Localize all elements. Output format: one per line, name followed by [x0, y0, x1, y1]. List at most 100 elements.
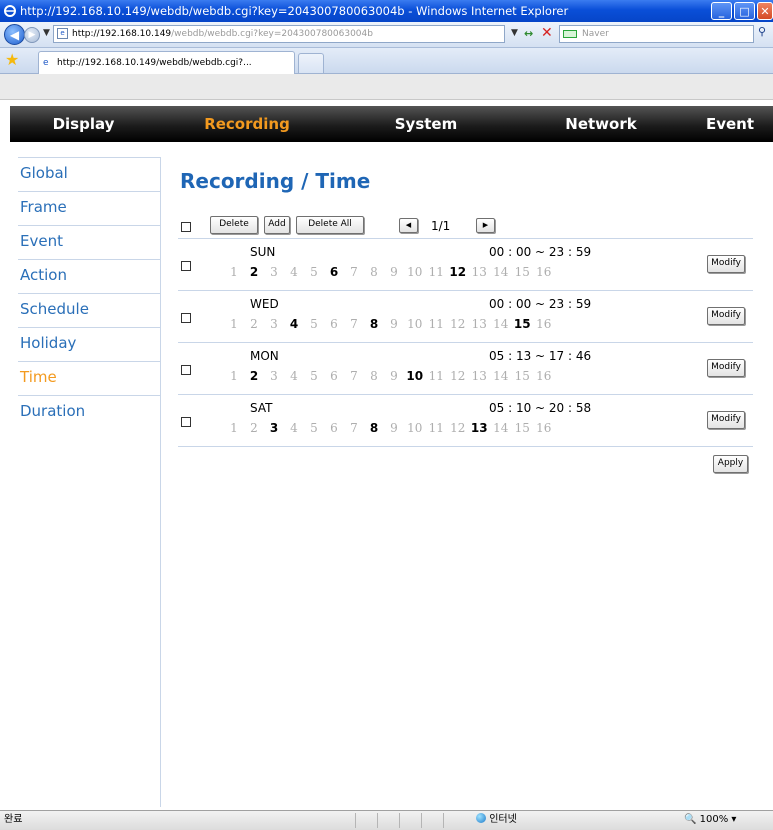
delete-button[interactable]: Delete — [210, 216, 258, 234]
status-panels — [355, 813, 465, 828]
delete-all-button[interactable]: Delete All — [296, 216, 364, 234]
sidebar-item-event[interactable]: Event — [18, 225, 160, 259]
add-button[interactable]: Add — [264, 216, 290, 234]
week-number: 12 — [450, 421, 466, 435]
week-number: 13 — [471, 369, 487, 383]
week-number: 4 — [289, 317, 299, 331]
nav-recording[interactable]: Recording — [157, 106, 337, 142]
nav-event[interactable]: Event — [687, 106, 773, 142]
schedule-table: SUN 00 : 00 ~ 23 : 59 1 2 3 4 5 6 7 8 9 10 11 12 13 14 1… — [178, 238, 753, 447]
back-button[interactable]: ◀ — [4, 24, 25, 45]
week-number: 14 — [493, 369, 509, 383]
apply-button[interactable]: Apply — [713, 455, 748, 473]
week-number: 9 — [390, 317, 398, 331]
week-number: 6 — [330, 421, 338, 435]
week-number-list: 1 2 3 4 5 6 7 8 9 10 11 12 13 14 15 16 — [224, 317, 555, 331]
sidebar-item-action[interactable]: Action — [18, 259, 160, 293]
week-number: 12 — [450, 317, 466, 331]
week-number: 11 — [428, 265, 444, 279]
forward-button[interactable]: ▶ — [24, 27, 40, 43]
stop-icon[interactable]: ✕ — [541, 25, 553, 41]
modify-button[interactable]: Modify — [707, 307, 745, 325]
week-number: 9 — [390, 265, 398, 279]
week-number: 13 — [471, 265, 487, 279]
week-number: 6 — [329, 265, 339, 279]
week-number: 1 — [230, 265, 238, 279]
week-number: 15 — [513, 317, 531, 331]
week-number: 11 — [428, 369, 444, 383]
schedule-row: SUN 00 : 00 ~ 23 : 59 1 2 3 4 5 6 7 8 9 10 11 12 13 14 1… — [178, 239, 753, 291]
schedule-time-range: 05 : 13 ~ 17 : 46 — [489, 349, 592, 363]
tab-label: http://192.168.10.149/webdb/webdb.cgi?..… — [57, 58, 252, 68]
week-number: 8 — [370, 265, 378, 279]
week-number: 6 — [330, 369, 338, 383]
security-zone-label: 인터넷 — [489, 814, 517, 825]
new-tab-button[interactable] — [298, 53, 324, 73]
zoom-control[interactable]: 🔍 100% ▾ — [684, 811, 736, 829]
week-number: 2 — [250, 317, 258, 331]
previous-page-button[interactable]: ◀ — [399, 218, 418, 233]
minimize-icon[interactable]: _ — [711, 2, 732, 20]
row-checkbox[interactable] — [181, 261, 191, 271]
week-number: 11 — [428, 421, 444, 435]
sidebar-item-frame[interactable]: Frame — [18, 191, 160, 225]
week-number: 5 — [310, 369, 318, 383]
sidebar-item-holiday[interactable]: Holiday — [18, 327, 160, 361]
url-dropdown-icon[interactable]: ▼ — [511, 28, 518, 38]
search-input[interactable]: Naver — [559, 25, 754, 43]
week-number: 12 — [449, 265, 467, 279]
modify-button[interactable]: Modify — [707, 255, 745, 273]
row-checkbox[interactable] — [181, 313, 191, 323]
history-dropdown-icon[interactable]: ▼ — [43, 28, 50, 38]
week-number: 14 — [493, 421, 509, 435]
nav-network[interactable]: Network — [515, 106, 687, 142]
week-number: 2 — [249, 369, 259, 383]
favorites-star-icon[interactable]: ★ — [5, 52, 19, 68]
week-number: 16 — [536, 421, 552, 435]
week-number: 13 — [471, 317, 487, 331]
main-navigation: Display Recording System Network Event — [10, 106, 773, 142]
modify-button[interactable]: Modify — [707, 411, 745, 429]
window-title: http://192.168.10.149/webdb/webdb.cgi?ke… — [20, 4, 569, 18]
url-input[interactable]: e http://192.168.10.149/webdb/webdb.cgi?… — [53, 25, 505, 43]
sidebar-item-schedule[interactable]: Schedule — [18, 293, 160, 327]
internet-explorer-icon — [4, 5, 16, 17]
week-number: 7 — [350, 265, 358, 279]
url-host: http://192.168.10.149 — [72, 29, 172, 39]
week-number: 6 — [330, 317, 338, 331]
schedule-day: SUN — [250, 245, 276, 259]
select-all-checkbox[interactable] — [181, 222, 191, 232]
row-checkbox[interactable] — [181, 417, 191, 427]
week-number: 8 — [369, 421, 379, 435]
next-page-button[interactable]: ▶ — [476, 218, 495, 233]
browser-tab[interactable]: e http://192.168.10.149/webdb/webdb.cgi?… — [38, 51, 295, 74]
maximize-icon[interactable]: □ — [734, 2, 755, 20]
week-number: 16 — [536, 265, 552, 279]
search-icon[interactable]: ⚲ — [758, 25, 773, 43]
schedule-row: WED 00 : 00 ~ 23 : 59 1 2 3 4 5 6 7 8 9 10 11 12 13 14 1… — [178, 291, 753, 343]
schedule-day: SAT — [250, 401, 273, 415]
sidebar-item-duration[interactable]: Duration — [18, 395, 160, 429]
zoom-level: 100% — [699, 814, 729, 825]
sidebar-item-global[interactable]: Global — [18, 157, 160, 191]
week-number: 9 — [390, 421, 398, 435]
close-icon[interactable]: ✕ — [757, 2, 773, 20]
nav-system[interactable]: System — [337, 106, 515, 142]
row-checkbox[interactable] — [181, 365, 191, 375]
sidebar-item-time[interactable]: Time — [18, 361, 160, 395]
modify-button[interactable]: Modify — [707, 359, 745, 377]
address-bar: ◀ ▶ ▼ e http://192.168.10.149/webdb/webd… — [0, 22, 773, 48]
refresh-icon[interactable]: ↔ — [524, 27, 533, 40]
week-number-list: 1 2 3 4 5 6 7 8 9 10 11 12 13 14 15 16 — [224, 369, 555, 383]
nav-display[interactable]: Display — [10, 106, 157, 142]
status-bar: 완료 인터넷 🔍 100% ▾ — [0, 810, 773, 830]
week-number: 4 — [290, 265, 298, 279]
sidebar: Global Frame Event Action Schedule Holid… — [18, 157, 161, 807]
week-number: 3 — [270, 369, 278, 383]
week-number: 9 — [390, 369, 398, 383]
security-zone[interactable]: 인터넷 — [476, 811, 517, 829]
week-number: 5 — [310, 265, 318, 279]
week-number: 2 — [250, 421, 258, 435]
action-toolbar: Delete Add Delete All ◀ 1/1 ▶ — [178, 215, 753, 237]
schedule-day: WED — [250, 297, 279, 311]
